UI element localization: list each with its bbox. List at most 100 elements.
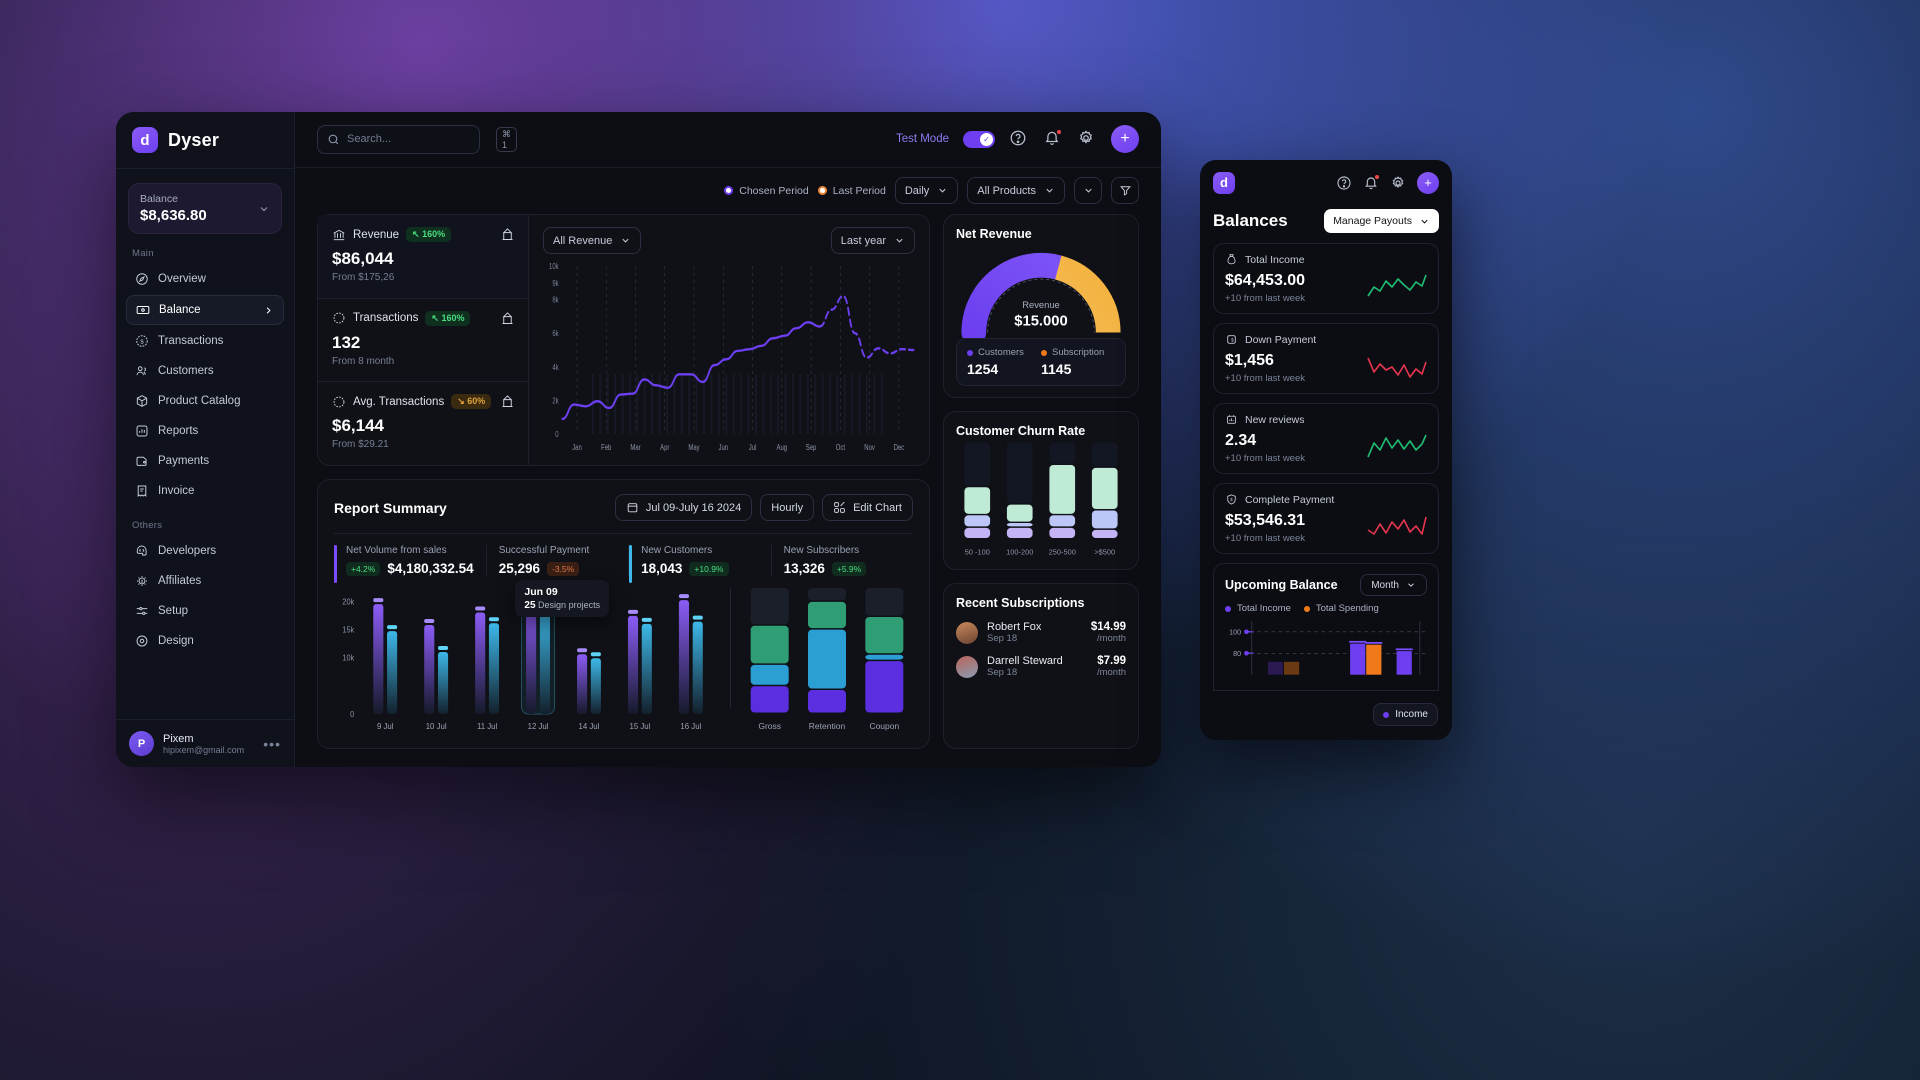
notification-badge <box>1375 174 1379 179</box>
sidebar-item-customers[interactable]: Customers <box>126 357 284 385</box>
sidebar-item-label: Affiliates <box>158 575 202 587</box>
help-icon[interactable] <box>1336 175 1352 191</box>
sidebar-item-payments[interactable]: Payments <box>126 447 284 475</box>
upcoming-balance-chart: 100 80 <box>1229 621 1426 675</box>
svg-text:0: 0 <box>555 431 558 439</box>
users-icon <box>135 364 149 378</box>
add-button[interactable]: + <box>1111 125 1139 154</box>
granularity-select[interactable]: Daily <box>894 177 959 205</box>
balance-card-new-reviews[interactable]: New reviews 2.34 +10 from last week <box>1213 403 1439 474</box>
legend-chosen-period: Chosen Period <box>724 185 809 197</box>
brand-logo-icon: d <box>132 127 158 153</box>
shield-dollar-icon: $ <box>1225 493 1238 506</box>
upcoming-chart-tooltip: Income <box>1373 703 1438 726</box>
chevron-down-icon[interactable] <box>258 203 270 215</box>
kpi-badge: ↘ 60% <box>451 394 492 410</box>
legend-value: 1254 <box>967 361 999 377</box>
brand: d Dyser <box>116 112 294 169</box>
kpi-title: Transactions <box>353 312 419 325</box>
revenue-range-select[interactable]: Last year <box>830 227 915 254</box>
kpi-revenue[interactable]: Revenue ↖ 160% $86,044 From $175,26 <box>318 215 528 299</box>
metric-badge: +10.9% <box>689 561 729 576</box>
revenue-line-chart: 10k 9k 8k 6k 4k 2k 0 Jan Feb Mar Apr May Jun Jul Aug Se… <box>549 263 915 452</box>
add-button[interactable]: + <box>1417 171 1439 194</box>
search-input[interactable] <box>347 133 489 146</box>
products-select[interactable]: All Products <box>967 177 1065 205</box>
kpi-transactions[interactable]: Transactions ↖ 160% 132 From 8 month <box>318 297 528 382</box>
legend-label: Customers <box>978 347 1024 358</box>
more-filters-dropdown[interactable] <box>1074 177 1102 205</box>
metric-label: Successful Payment <box>498 545 590 556</box>
user-profile[interactable]: P Pixem hipixem@gmail.com ••• <box>116 719 294 767</box>
sidebar-item-label: Developers <box>158 545 217 557</box>
search-box[interactable]: ⌘ 1 <box>317 124 517 154</box>
svg-text:11 Jul: 11 Jul <box>477 722 497 731</box>
subscriber-date: Sep 18 <box>987 667 1018 678</box>
manage-payouts-button[interactable]: Manage Payouts <box>1324 209 1439 233</box>
export-icon[interactable] <box>500 394 515 409</box>
date-range-button[interactable]: Jul 09-July 16 2024 <box>614 494 753 521</box>
subscriber-name: Darrell Steward <box>987 655 1063 667</box>
bank-icon <box>332 228 346 242</box>
transaction-icon <box>332 311 346 325</box>
sidebar-item-transactions[interactable]: $ Transactions <box>126 327 284 355</box>
svg-text:50 -100: 50 -100 <box>965 547 990 556</box>
sparkline-complete-payment <box>1366 512 1428 542</box>
wallet-icon <box>135 454 149 468</box>
gear-icon[interactable] <box>1077 129 1097 149</box>
more-options-icon[interactable]: ••• <box>263 736 281 752</box>
legend-dot-icon <box>967 349 973 356</box>
calendar-icon <box>626 501 639 514</box>
sidebar-item-balance[interactable]: Balance <box>126 295 284 325</box>
sidebar-item-invoice[interactable]: Invoice <box>126 477 284 505</box>
revenue-range-value: Last year <box>840 234 886 247</box>
net-revenue-title: Net Revenue <box>956 227 1032 241</box>
nav-section-others: Others <box>132 520 163 531</box>
sidebar-item-developers[interactable]: Developers <box>126 537 284 565</box>
interval-button[interactable]: Hourly <box>760 494 815 521</box>
svg-text:2k: 2k <box>552 398 559 406</box>
sidebar-balance-amount: $8,636.80 <box>140 207 207 224</box>
sparkline-total-income <box>1366 272 1428 302</box>
balance-card-down-payment[interactable]: $ Down Payment $1,456 +10 from last week <box>1213 323 1439 394</box>
metric-value: 18,043 <box>641 561 683 576</box>
sidebar-item-affiliates[interactable]: $ Affiliates <box>126 567 284 595</box>
gauge-center-value: $15.000 <box>1014 314 1068 330</box>
legend-label: Subscription <box>1052 347 1105 358</box>
balance-card-label: Complete Payment <box>1245 493 1335 506</box>
metric-value: 25,296 <box>498 561 540 576</box>
upcoming-period-select[interactable]: Month <box>1360 574 1427 596</box>
notifications-icon[interactable] <box>1043 129 1063 149</box>
legend-label: Total Income <box>1237 603 1291 614</box>
sidebar-item-design[interactable]: Design <box>126 627 284 655</box>
sidebar-item-setup[interactable]: Setup <box>126 597 284 625</box>
revenue-metric-select[interactable]: All Revenue <box>543 227 642 254</box>
export-icon[interactable] <box>500 311 515 326</box>
kpi-avg-transactions[interactable]: Avg. Transactions ↘ 60% $6,144 From $29.… <box>318 381 528 465</box>
gear-icon[interactable] <box>1390 175 1406 191</box>
balance-card-label: Total Income <box>1245 253 1305 266</box>
edit-chart-button[interactable]: Edit Chart <box>822 494 913 521</box>
gross-retention-coupon-chart: Gross Retention Coupon <box>750 588 904 731</box>
sidebar-item-overview[interactable]: Overview <box>126 265 284 293</box>
list-item[interactable]: Darrell Steward Sep 18 $7.99 /month <box>956 655 1126 678</box>
sidebar-balance-card[interactable]: Balance $8,636.80 <box>128 183 282 234</box>
content-area: Revenue ↖ 160% $86,044 From $175,26 Tran… <box>295 214 1161 767</box>
filter-button[interactable] <box>1111 177 1139 205</box>
notifications-icon[interactable] <box>1363 174 1379 191</box>
report-summary-card: Report Summary Jul 09-July 16 2024 Hourl… <box>317 479 930 749</box>
test-mode-toggle[interactable]: ✓ <box>963 130 995 148</box>
help-icon[interactable] <box>1009 129 1029 149</box>
sidebar-item-reports[interactable]: Reports <box>126 417 284 445</box>
svg-text:80: 80 <box>1233 650 1241 658</box>
export-icon[interactable] <box>500 227 515 242</box>
chart-icon <box>135 424 149 438</box>
search-icon <box>327 133 340 146</box>
balance-card-total-income[interactable]: Total Income $64,453.00 +10 from last we… <box>1213 243 1439 314</box>
money-icon <box>136 303 150 317</box>
bar-chart-tooltip: Jun 09 25 Design projects <box>515 580 610 617</box>
sidebar-item-product-catalog[interactable]: Product Catalog <box>126 387 284 415</box>
nav-section-main: Main <box>132 248 154 259</box>
balance-card-complete-payment[interactable]: $ Complete Payment $53,546.31 +10 from la… <box>1213 483 1439 554</box>
list-item[interactable]: Robert Fox Sep 18 $14.99 /month <box>956 621 1126 644</box>
